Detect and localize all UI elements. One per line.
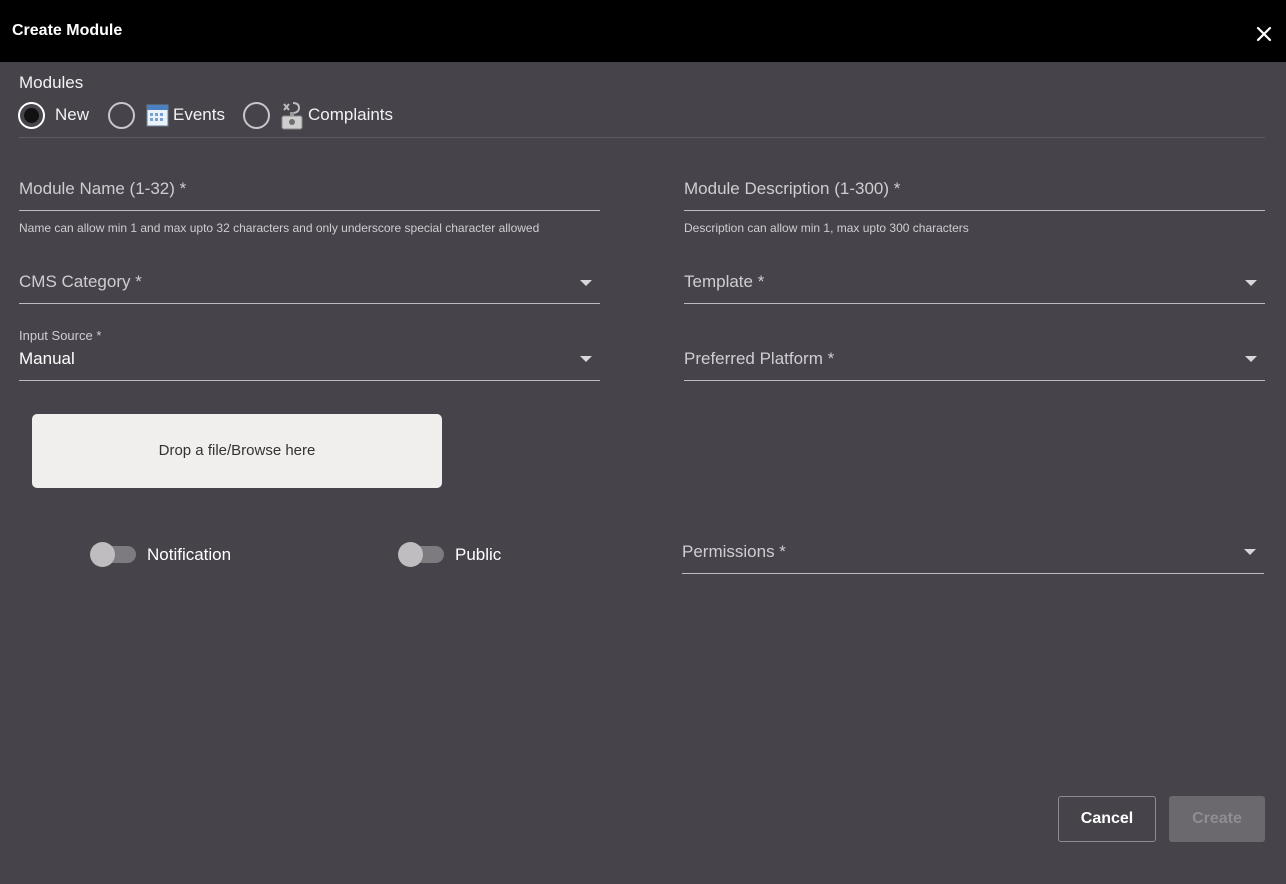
permissions-underline (682, 573, 1264, 574)
cms-category-label: CMS Category * (19, 272, 142, 291)
section-divider (19, 137, 1265, 138)
template-select[interactable]: Template * (684, 263, 1265, 304)
module-name-label: Module Name (1-32) * (19, 179, 187, 198)
chevron-down-icon (1244, 549, 1256, 555)
input-source-label: Input Source * (19, 328, 102, 343)
cms-category-underline (19, 303, 600, 304)
module-name-field[interactable]: Module Name (1-32) * (19, 170, 600, 211)
input-source-value: Manual (19, 349, 75, 368)
module-name-helper: Name can allow min 1 and max upto 32 cha… (19, 221, 540, 235)
dialog-title: Create Module (12, 22, 123, 39)
template-label: Template * (684, 272, 765, 291)
radio-events-label: Events (173, 105, 225, 124)
module-description-field[interactable]: Module Description (1-300) * (684, 170, 1265, 211)
chevron-down-icon (580, 356, 592, 362)
chevron-down-icon (580, 280, 592, 286)
notification-toggle-label: Notification (147, 545, 232, 564)
module-description-helper: Description can allow min 1, max upto 30… (684, 221, 969, 235)
radio-complaints[interactable] (243, 102, 270, 129)
public-toggle-label: Public (455, 545, 502, 564)
permissions-label: Permissions * (682, 542, 786, 561)
complaint-icon (281, 102, 303, 130)
input-source-underline (19, 380, 600, 381)
public-toggle-knob (398, 542, 423, 567)
module-description-label: Module Description (1-300) * (684, 179, 901, 198)
input-source-select[interactable]: Input Source * Manual (19, 326, 600, 381)
preferred-platform-select[interactable]: Preferred Platform * (684, 340, 1265, 381)
preferred-platform-underline (684, 380, 1265, 381)
cancel-button[interactable]: Cancel (1058, 796, 1156, 842)
permissions-select[interactable]: Permissions * (682, 533, 1264, 574)
radio-complaints-label: Complaints (308, 105, 394, 124)
file-dropzone[interactable]: Drop a file/Browse here (32, 414, 442, 488)
radio-events[interactable] (108, 102, 135, 129)
close-icon[interactable] (1254, 24, 1274, 44)
radio-new[interactable] (18, 102, 45, 129)
module-description-underline (684, 210, 1265, 211)
module-name-underline (19, 210, 600, 211)
radio-new-label: New (55, 105, 90, 124)
notification-toggle-knob (90, 542, 115, 567)
notification-toggle[interactable] (90, 541, 140, 569)
chevron-down-icon (1245, 356, 1257, 362)
cms-category-select[interactable]: CMS Category * (19, 263, 600, 304)
preferred-platform-label: Preferred Platform * (684, 349, 835, 368)
chevron-down-icon (1245, 280, 1257, 286)
template-underline (684, 303, 1265, 304)
modules-label: Modules (19, 73, 84, 92)
dropzone-text: Drop a file/Browse here (158, 442, 316, 459)
calendar-icon (146, 104, 169, 127)
public-toggle[interactable] (398, 541, 448, 569)
dialog-header: Create Module (0, 0, 1286, 62)
create-button[interactable]: Create (1169, 796, 1265, 842)
